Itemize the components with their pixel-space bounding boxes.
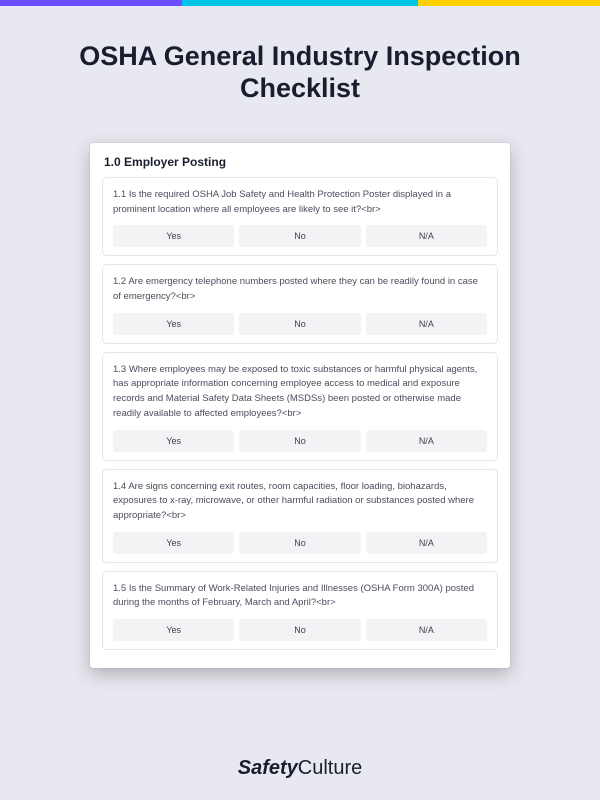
- option-na-button[interactable]: N/A: [366, 619, 487, 641]
- option-no-button[interactable]: No: [239, 619, 360, 641]
- option-row: Yes No N/A: [113, 430, 487, 452]
- brand-logo-bold: Safety: [238, 757, 298, 779]
- page-title: OSHA General Industry Inspection Checkli…: [0, 40, 600, 105]
- question-text: 1.4 Are signs concerning exit routes, ro…: [113, 480, 487, 524]
- option-row: Yes No N/A: [113, 532, 487, 554]
- question-block: 1.4 Are signs concerning exit routes, ro…: [102, 469, 498, 563]
- option-no-button[interactable]: No: [239, 313, 360, 335]
- section-heading: 1.0 Employer Posting: [102, 155, 498, 169]
- checklist-card: 1.0 Employer Posting 1.1 Is the required…: [90, 143, 510, 668]
- stripe-segment: [0, 0, 182, 6]
- question-text: 1.3 Where employees may be exposed to to…: [113, 363, 487, 422]
- option-na-button[interactable]: N/A: [366, 532, 487, 554]
- option-row: Yes No N/A: [113, 225, 487, 247]
- stripe-segment: [418, 0, 600, 6]
- option-no-button[interactable]: No: [239, 225, 360, 247]
- question-block: 1.1 Is the required OSHA Job Safety and …: [102, 177, 498, 256]
- option-yes-button[interactable]: Yes: [113, 313, 234, 335]
- option-row: Yes No N/A: [113, 313, 487, 335]
- question-block: 1.5 Is the Summary of Work-Related Injur…: [102, 571, 498, 650]
- option-no-button[interactable]: No: [239, 430, 360, 452]
- brand-logo: SafetyCulture: [0, 757, 600, 780]
- option-yes-button[interactable]: Yes: [113, 619, 234, 641]
- question-text: 1.1 Is the required OSHA Job Safety and …: [113, 188, 487, 217]
- option-no-button[interactable]: No: [239, 532, 360, 554]
- brand-stripe: [0, 0, 600, 6]
- option-yes-button[interactable]: Yes: [113, 430, 234, 452]
- question-text: 1.2 Are emergency telephone numbers post…: [113, 275, 487, 304]
- option-na-button[interactable]: N/A: [366, 430, 487, 452]
- question-block: 1.3 Where employees may be exposed to to…: [102, 352, 498, 461]
- brand-logo-light: Culture: [298, 757, 362, 779]
- stripe-segment: [182, 0, 418, 6]
- option-na-button[interactable]: N/A: [366, 313, 487, 335]
- question-text: 1.5 Is the Summary of Work-Related Injur…: [113, 582, 487, 611]
- option-na-button[interactable]: N/A: [366, 225, 487, 247]
- option-row: Yes No N/A: [113, 619, 487, 641]
- question-block: 1.2 Are emergency telephone numbers post…: [102, 264, 498, 343]
- option-yes-button[interactable]: Yes: [113, 532, 234, 554]
- option-yes-button[interactable]: Yes: [113, 225, 234, 247]
